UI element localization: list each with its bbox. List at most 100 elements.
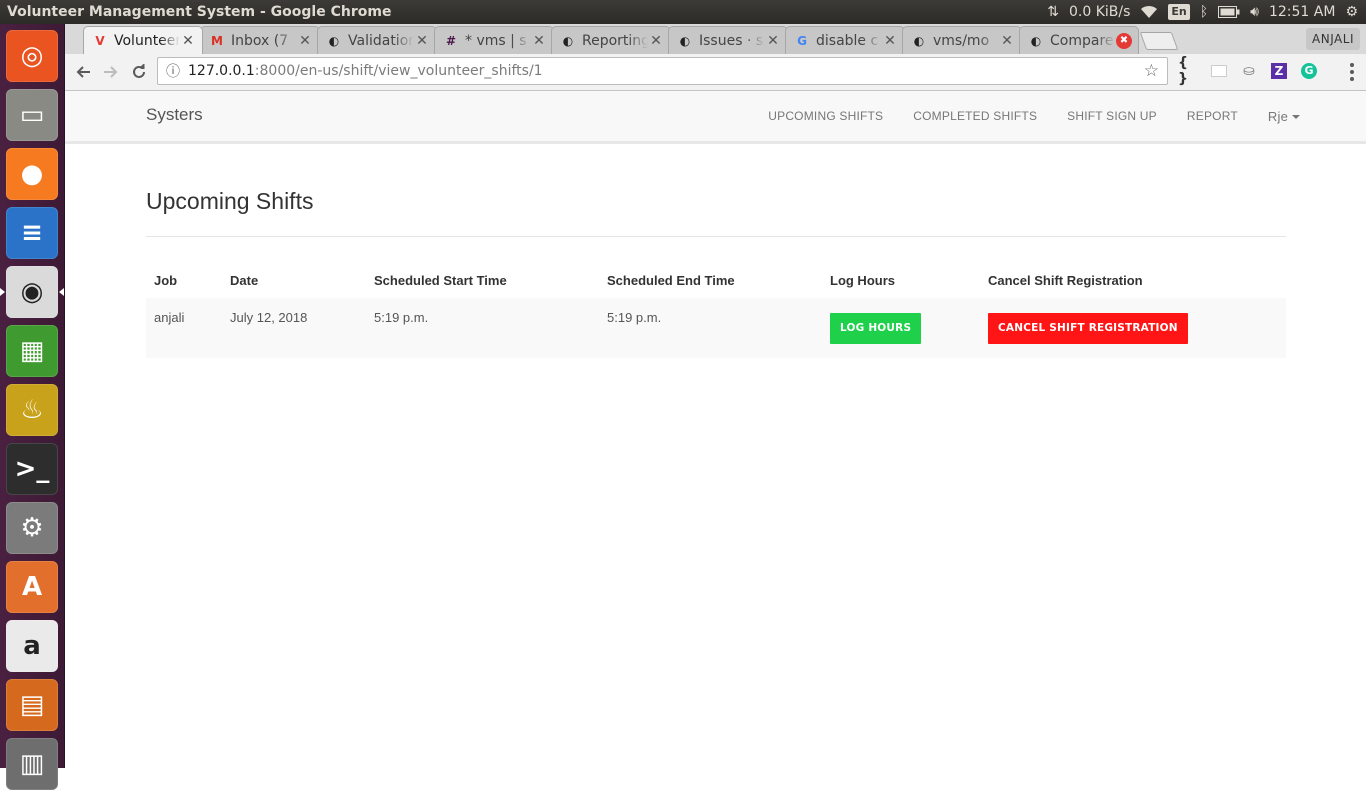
- nav-upcoming-shifts[interactable]: UPCOMING SHIFTS: [768, 109, 883, 123]
- software-center-icon[interactable]: A: [6, 561, 58, 613]
- focused-app-indicator: [59, 288, 64, 296]
- tab-close-icon[interactable]: ✕: [882, 33, 898, 49]
- tab-favicon-icon: ◐: [328, 33, 340, 48]
- inbox-extension-icon[interactable]: ⛀: [1238, 60, 1260, 82]
- new-tab-button[interactable]: [1139, 32, 1179, 50]
- ubuntu-dash-icon[interactable]: ◎: [6, 30, 58, 82]
- tab-label: Compare: [1050, 32, 1114, 49]
- chrome-menu-icon[interactable]: [1350, 63, 1354, 84]
- tab-close-icon[interactable]: ✕: [999, 33, 1015, 49]
- address-bar[interactable]: ⓘ 127.0.0.1 :8000/en-us/shift/view_volun…: [157, 57, 1168, 85]
- brand-link[interactable]: Systers: [146, 105, 203, 125]
- impress-icon[interactable]: ▤: [6, 679, 58, 731]
- tab-label: Validation: [348, 32, 414, 49]
- header-start-time: Scheduled Start Time: [374, 272, 507, 288]
- bookmark-star-icon[interactable]: ☆: [1144, 61, 1159, 81]
- browser-tab[interactable]: ◐ Reporting ✕: [551, 26, 671, 54]
- nav-shift-sign-up[interactable]: SHIFT SIGN UP: [1067, 109, 1157, 123]
- back-arrow-icon[interactable]: [69, 58, 97, 86]
- firefox-icon[interactable]: ●: [6, 148, 58, 200]
- tab-favicon-icon: M: [211, 33, 223, 48]
- clock[interactable]: 12:51 AM: [1269, 4, 1335, 20]
- tab-label: disable c: [816, 32, 879, 49]
- tab-favicon-icon: V: [95, 33, 105, 48]
- unity-launcher: ◎ ▭ ● ≡ ◉ ▦ ♨ >_ ⚙ Aa ▤ ▥: [0, 24, 65, 790]
- tab-close-icon[interactable]: ✕: [765, 33, 781, 49]
- keyboard-layout-indicator[interactable]: En: [1168, 4, 1190, 20]
- calc-icon[interactable]: ▦: [6, 325, 58, 377]
- browser-tab[interactable]: ◐ Issues · s ✕: [668, 26, 788, 54]
- impress-icon-glyph: ▤: [19, 690, 45, 720]
- tab-label: vms/mo: [933, 32, 990, 49]
- software-center-icon-glyph: A: [21, 572, 43, 602]
- caret-down-icon: [1292, 115, 1300, 120]
- json-viewer-extension-icon[interactable]: { }: [1178, 55, 1200, 87]
- header-job: Job: [154, 272, 178, 288]
- tab-close-icon[interactable]: ✕: [531, 33, 547, 49]
- browser-tab[interactable]: M Inbox (7 ✕: [200, 26, 320, 54]
- tab-strip: ANJALI VVolunteer Management System✕MInb…: [65, 24, 1366, 54]
- nav-report[interactable]: REPORT: [1187, 109, 1238, 123]
- calc-icon-glyph: ▦: [19, 336, 45, 366]
- site-info-icon[interactable]: ⓘ: [166, 61, 180, 81]
- volume-icon[interactable]: 🔊︎: [1250, 4, 1259, 20]
- battery-icon[interactable]: [1218, 6, 1240, 18]
- browser-tab[interactable]: Gdisable c ✕: [785, 26, 905, 54]
- browser-tab[interactable]: ◐ Validation ✕: [317, 26, 437, 54]
- tab-label: * vms | s: [465, 32, 527, 49]
- tab-close-icon[interactable]: ✕: [180, 33, 196, 49]
- forward-arrow-icon[interactable]: [97, 58, 125, 86]
- url-host: 127.0.0.1: [188, 63, 255, 79]
- nav-completed-shifts[interactable]: COMPLETED SHIFTS: [913, 109, 1037, 123]
- reload-icon[interactable]: [125, 58, 153, 86]
- divider: [146, 236, 1286, 237]
- net-speed[interactable]: 0.0 KiB/s: [1069, 4, 1130, 20]
- user-name: Rje: [1267, 108, 1288, 124]
- files-icon[interactable]: ▭: [6, 89, 58, 141]
- cell-job: anjali: [146, 298, 222, 358]
- browser-tab[interactable]: ◐ Compare ✖: [1019, 26, 1139, 54]
- amazon-icon[interactable]: a: [6, 620, 58, 672]
- header-cancel-registration: Cancel Shift Registration: [988, 272, 1143, 288]
- amazon-icon-glyph: a: [23, 631, 41, 661]
- profile-button[interactable]: ANJALI: [1306, 28, 1360, 50]
- workspace-icon[interactable]: ▥: [6, 738, 58, 790]
- network-transfer-icon[interactable]: ⇅: [1047, 4, 1059, 20]
- terminal-icon[interactable]: >_: [6, 443, 58, 495]
- browser-toolbar: ⓘ 127.0.0.1 :8000/en-us/shift/view_volun…: [65, 54, 1366, 91]
- log-hours-button[interactable]: LOG HOURS: [830, 312, 922, 344]
- power-gear-icon[interactable]: ⚙: [1345, 4, 1358, 20]
- window-title: Volunteer Management System - Google Chr…: [7, 4, 392, 20]
- bluetooth-icon[interactable]: ᛒ: [1200, 4, 1208, 20]
- tab-favicon-icon: ◐: [679, 33, 691, 48]
- nav-links: UPCOMING SHIFTS COMPLETED SHIFTS SHIFT S…: [738, 91, 1300, 141]
- app-navbar: Systers UPCOMING SHIFTS COMPLETED SHIFTS…: [65, 91, 1366, 144]
- url-path: :8000/en-us/shift/view_volunteer_shifts/…: [254, 63, 543, 79]
- zotero-extension-icon[interactable]: Z: [1268, 60, 1290, 82]
- tab-close-icon[interactable]: ✕: [648, 33, 664, 49]
- blank-extension-icon[interactable]: [1208, 60, 1230, 82]
- page-title: Upcoming Shifts: [146, 188, 314, 214]
- browser-tab[interactable]: ◐ vms/mo ✕: [902, 26, 1022, 54]
- tab-close-icon[interactable]: ✖: [1116, 32, 1132, 49]
- tab-favicon-icon: G: [797, 33, 807, 48]
- tab-label: Reporting: [582, 32, 648, 49]
- chrome-icon[interactable]: ◉: [6, 266, 58, 318]
- browser-tab[interactable]: V Volunteer Management System✕: [83, 26, 203, 54]
- table-header-row: Job Date Scheduled Start Time Scheduled …: [146, 262, 1286, 298]
- user-dropdown[interactable]: Rje: [1268, 109, 1300, 124]
- wifi-icon[interactable]: [1140, 5, 1158, 19]
- browser-tab[interactable]: # * vms | s ✕: [434, 26, 554, 54]
- cell-start-time: 5:19 p.m.: [366, 298, 599, 358]
- tab-close-icon[interactable]: ✕: [297, 33, 313, 49]
- genie-lamp-icon[interactable]: ♨: [6, 384, 58, 436]
- system-tray: ⇅ 0.0 KiB/s En ᛒ 🔊︎ 12:51 AM ⚙: [1047, 4, 1366, 20]
- tab-close-icon[interactable]: ✕: [414, 33, 430, 49]
- writer-icon[interactable]: ≡: [6, 207, 58, 259]
- tab-favicon-icon: ◐: [913, 33, 925, 48]
- cancel-shift-registration-button[interactable]: CANCEL SHIFT REGISTRATION: [988, 312, 1188, 344]
- cell-end-time: 5:19 p.m.: [599, 298, 822, 358]
- grammarly-extension-icon[interactable]: G: [1298, 60, 1320, 82]
- settings-icon[interactable]: ⚙: [6, 502, 58, 554]
- web-page: Systers UPCOMING SHIFTS COMPLETED SHIFTS…: [65, 91, 1366, 768]
